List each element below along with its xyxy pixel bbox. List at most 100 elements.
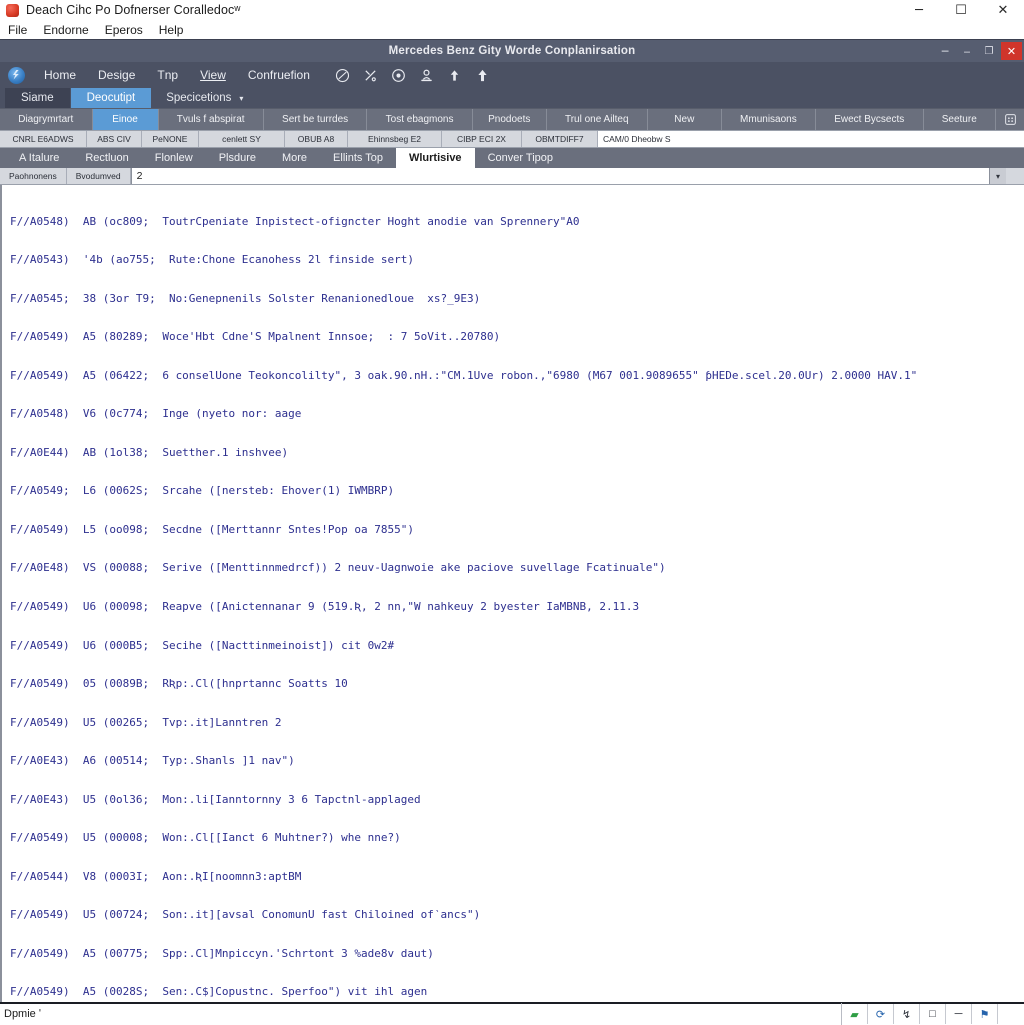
window-icon[interactable]: □ [920, 1004, 946, 1024]
view-tab-wlurtisive[interactable]: Wlurtisive [396, 148, 475, 168]
ribbon-menu-configuration[interactable]: Confruefion [237, 68, 321, 82]
host-menu-eperos[interactable]: Eperos [105, 23, 143, 37]
secondary-tab-bar: CNRL E6ADWS ABS CIV PeNONE cenlett SY OB… [0, 130, 1024, 148]
log-line: F//A0E43) U5 (0ol36; Mon:.li[Ianntornny … [10, 794, 1024, 807]
primary-tab-bar: Diagrymrtart Einoe Tvuls f abspirat Sert… [0, 108, 1024, 130]
view-tab-conver-tipop[interactable]: Conver Tipop [475, 148, 566, 168]
upload-arrow-bold-icon[interactable] [475, 67, 491, 83]
app-minimize-button[interactable]: ─ [935, 42, 955, 60]
app-close-button[interactable]: ✕ [1001, 42, 1022, 60]
filter-bar-tail [1006, 168, 1024, 184]
log-line: F//A0549) 05 (0089B; RƦp:.Cl([hnprtannc … [10, 678, 1024, 691]
ribbon-menu-tnp[interactable]: Tnp [146, 68, 189, 82]
minimize-tray-icon[interactable]: ─ [946, 1004, 972, 1024]
ribbon-menu-bar: Home Desige Tnp View Confruefion [0, 62, 1024, 88]
flag-icon[interactable]: ⚑ [972, 1004, 998, 1024]
os-taskbar: Dpmie ʹ ▰ ⟳ ↯ □ ─ ⚑ [0, 1002, 1024, 1024]
log-line: F//A0545; 38 (3or T9; No:Genepnenils Sol… [10, 293, 1024, 306]
tab-new[interactable]: New [648, 109, 722, 130]
subtab-cnrl-e6adws[interactable]: CNRL E6ADWS [0, 131, 87, 147]
log-lines: F//A0548) AB (oc809; ToutrCpeniate Inpis… [2, 185, 1024, 1002]
log-line: F//A0549) A5 (06422; 6 conselUone Teokon… [10, 370, 1024, 383]
app-title: Mercedes Benz Gity Worde Conplanirsation [389, 45, 636, 57]
view-tab-plsdure[interactable]: Plsdure [206, 148, 269, 168]
log-line: F//A0549) U5 (00265; Tvp:.it]Lanntren 2 [10, 717, 1024, 730]
filter-input[interactable]: 2 [131, 168, 990, 184]
host-title: Deach Cihc Po Dofnerser Coralledocʷ [26, 3, 240, 17]
cut-scissors-icon[interactable] [363, 67, 379, 83]
host-close-button[interactable]: ✕ [982, 0, 1024, 20]
application-window: Mercedes Benz Gity Worde Conplanirsation… [0, 39, 1024, 1024]
subtab-ehinnsbeg-e2[interactable]: Ehinnsbeg E2 [348, 131, 442, 147]
no-entry-icon[interactable] [335, 67, 351, 83]
tab-einoe[interactable]: Einoe [93, 109, 159, 130]
host-window: Deach Cihc Po Dofnerser Coralledocʷ ─ ☐ … [0, 0, 1024, 1024]
tab-tvuls-f-abspirat[interactable]: Tvuls f abspirat [159, 109, 264, 130]
log-line: F//A0548) AB (oc809; ToutrCpeniate Inpis… [10, 216, 1024, 229]
log-line: F//A0549) U6 (00098; Reapve ([Anictennan… [10, 601, 1024, 614]
view-tab-ellints-top[interactable]: Ellints Top [320, 148, 396, 168]
host-menu-file[interactable]: File [8, 23, 27, 37]
log-line: F//A0E43) A6 (00514; Typ:.Shanls ]1 nav"… [10, 755, 1024, 768]
host-menubar: File Endorne Eperos Help [0, 20, 1024, 39]
tab-diagrymrtart[interactable]: Diagrymrtart [0, 109, 93, 130]
tab-sert-be-turrdes[interactable]: Sert be turrdes [264, 109, 368, 130]
system-tray: ▰ ⟳ ↯ □ ─ ⚑ [841, 1003, 998, 1025]
view-tab-flonlew[interactable]: Flonlew [142, 148, 206, 168]
host-menu-endorne[interactable]: Endorne [43, 23, 88, 37]
subtab-cam0-dheobw-s[interactable]: CAM/0 Dheobw S [598, 131, 1024, 147]
filter-dropdown-chevron-down-icon[interactable]: ▾ [990, 168, 1006, 184]
log-line: F//A0549) A5 (80289; Woce'Hbt Cdne'S Mpa… [10, 331, 1024, 344]
app-restore-button[interactable]: ❐ [979, 42, 999, 60]
ribbon-menu-home[interactable]: Home [33, 68, 87, 82]
chevron-down-icon: ▾ [239, 94, 243, 103]
log-output-pane[interactable]: F//A0548) AB (oc809; ToutrCpeniate Inpis… [0, 185, 1024, 1002]
upload-arrow-icon[interactable] [447, 67, 463, 83]
subtab-obub-a8[interactable]: OBUB A8 [285, 131, 348, 147]
log-line: F//A0543) '4b (ao755; Rute:Chone Ecanohe… [10, 254, 1024, 267]
log-line: F//A0549) U6 (000B5; Secihe ([Nacttinmei… [10, 640, 1024, 653]
subtab-abs-civ[interactable]: ABS CIV [87, 131, 142, 147]
subtab-obmtdiff7[interactable]: OBMTDIFF7 [522, 131, 598, 147]
tab-trul-one-ailteq[interactable]: Trul one Ailteq [547, 109, 648, 130]
tab-pnodoets[interactable]: Pnodoets [473, 109, 547, 130]
log-line: F//A0E48) VS (00088; Serive ([Menttinnme… [10, 562, 1024, 575]
host-maximize-button[interactable]: ☐ [940, 0, 982, 20]
app-shrink-button[interactable]: ‒ [957, 42, 977, 60]
refresh-icon[interactable]: ⟳ [868, 1004, 894, 1024]
ribbon-menu-design[interactable]: Desige [87, 68, 146, 82]
log-line: F//A0E44) AB (1ol38; Suetther.1 inshvee) [10, 447, 1024, 460]
tab-mmunisaons[interactable]: Mmunisaons [722, 109, 816, 130]
view-tab-a-italure[interactable]: A Italure [6, 148, 72, 168]
log-line: F//A0549) U5 (00724; Son:.it][avsal Cono… [10, 909, 1024, 922]
filter-bar: Paohnonens Bvodumved 2 ▾ [0, 168, 1024, 185]
play-green-icon[interactable]: ▰ [842, 1004, 868, 1024]
ribbon-menu-view[interactable]: View [189, 68, 237, 82]
subtab-cenlett-sy[interactable]: cenlett SY [199, 131, 285, 147]
filter-button-paohnonens[interactable]: Paohnonens [0, 168, 67, 184]
host-titlebar: Deach Cihc Po Dofnerser Coralledocʷ ─ ☐ … [0, 0, 1024, 20]
subtab-penone[interactable]: PeNONE [142, 131, 199, 147]
app-ribbon-logo-icon[interactable] [8, 67, 25, 84]
record-circle-icon[interactable] [391, 67, 407, 83]
filter-button-bvodumved[interactable]: Bvodumved [67, 168, 131, 184]
subtab-cibp-eci-2x[interactable]: CIBP ECI 2X [442, 131, 522, 147]
tab-seeture[interactable]: Seeture [924, 109, 997, 130]
view-tab-more[interactable]: More [269, 148, 320, 168]
log-line: F//A0548) V6 (0c774; Inge (nyeto nor: aa… [10, 408, 1024, 421]
tab-ewect-bycsects[interactable]: Ewect Bycsects [816, 109, 924, 130]
ribbon-subtab-deocutipt[interactable]: Deocutipt [71, 88, 152, 108]
host-minimize-button[interactable]: ─ [898, 0, 940, 20]
log-line: F//A0549; L6 (0062S; Srcahe ([nersteb: E… [10, 485, 1024, 498]
view-tab-rectluon[interactable]: Rectluon [72, 148, 141, 168]
grid-options-icon[interactable] [996, 109, 1024, 130]
ribbon-subtab-bar: Siame Deocutipt Specicetions ▾ [0, 88, 1024, 108]
ribbon-subtab-siame[interactable]: Siame [5, 88, 70, 108]
host-menu-help[interactable]: Help [159, 23, 184, 37]
tab-tost-ebagmons[interactable]: Tost ebagmons [367, 109, 472, 130]
app-window-controls: ─ ‒ ❐ ✕ [935, 40, 1022, 62]
os-taskbar-label: Dpmie ʹ [0, 1008, 41, 1020]
ribbon-subtab-specifications[interactable]: Specicetions ▾ [152, 88, 259, 108]
network-icon[interactable]: ↯ [894, 1004, 920, 1024]
person-icon[interactable] [419, 67, 435, 83]
